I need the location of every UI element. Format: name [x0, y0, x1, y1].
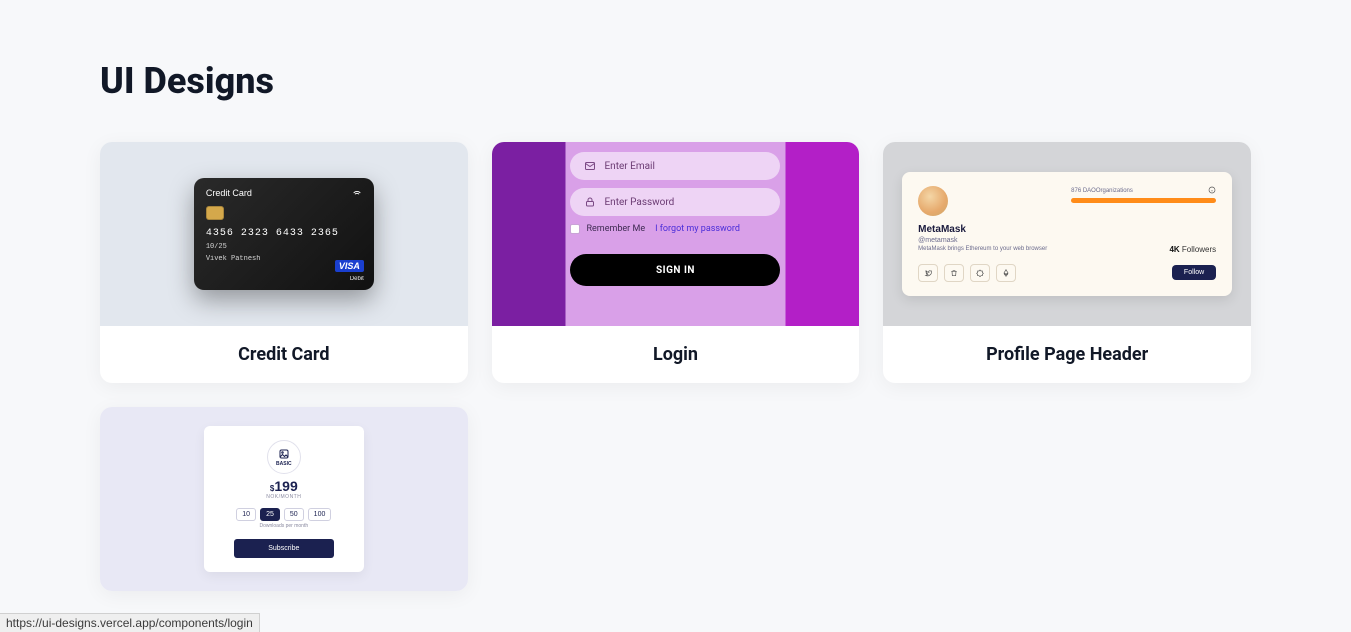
- profile-name: MetaMask: [918, 224, 1063, 235]
- remember-label: Remember Me: [586, 224, 645, 234]
- credit-card-mock: Credit Card 4356 2323 6433 2365 10/25 Vi…: [194, 178, 374, 290]
- plan-badge: BASIC: [267, 440, 301, 474]
- followers-label: Followers: [1182, 245, 1216, 254]
- card-credit-card[interactable]: Credit Card 4356 2323 6433 2365 10/25 Vi…: [100, 142, 468, 383]
- email-placeholder: Enter Email: [604, 161, 654, 172]
- follow-button-mock: Follow: [1172, 265, 1216, 280]
- card-expiry: 10/25: [206, 243, 362, 251]
- profile-handle: @metamask: [918, 237, 1063, 244]
- credit-card-label: Credit Card: [206, 188, 362, 198]
- remember-checkbox: [570, 224, 580, 234]
- password-placeholder: Enter Password: [604, 197, 674, 208]
- qty-option: 100: [308, 508, 332, 521]
- mail-icon: [584, 160, 596, 172]
- followers-count: 4K: [1169, 245, 1179, 254]
- eth-icon: [996, 264, 1016, 282]
- profile-stat-label: DAOOrganizations: [1083, 188, 1133, 194]
- profile-stat-value: 876: [1071, 188, 1081, 194]
- pricing-preview: BASIC $199 NOK/MONTH 10 25 50 100 Downlo…: [100, 407, 468, 591]
- card-title-profile: Profile Page Header: [883, 326, 1251, 383]
- card-title-credit: Credit Card: [100, 326, 468, 383]
- profile-description: MetaMask brings Ethereum to your web bro…: [918, 246, 1063, 254]
- card-title-login: Login: [492, 326, 860, 383]
- card-type: Debit: [335, 276, 364, 282]
- lock-icon: [584, 196, 596, 208]
- card-login[interactable]: Enter Email Enter Password Remember Me I…: [492, 142, 860, 383]
- badge-icon: [970, 264, 990, 282]
- price-value: 199: [274, 478, 297, 494]
- card-pricing[interactable]: BASIC $199 NOK/MONTH 10 25 50 100 Downlo…: [100, 407, 468, 591]
- price-period: NOK/MONTH: [214, 494, 354, 500]
- chip-icon: [206, 206, 224, 220]
- credit-card-preview: Credit Card 4356 2323 6433 2365 10/25 Vi…: [100, 142, 468, 326]
- profile-preview: MetaMask @metamask MetaMask brings Ether…: [883, 142, 1251, 326]
- profile-mock: MetaMask @metamask MetaMask brings Ether…: [902, 172, 1232, 296]
- contactless-icon: [352, 188, 362, 202]
- twitter-icon: [918, 264, 938, 282]
- login-options-row: Remember Me I forgot my password: [570, 224, 780, 234]
- qty-option: 50: [284, 508, 304, 521]
- signin-button-mock: SIGN IN: [570, 254, 780, 286]
- delete-icon: [944, 264, 964, 282]
- email-input-mock: Enter Email: [570, 152, 780, 180]
- subscribe-button-mock: Subscribe: [234, 539, 334, 558]
- avatar: [918, 186, 948, 216]
- info-icon: [1208, 186, 1216, 196]
- image-icon: [278, 448, 290, 460]
- qty-option: 10: [236, 508, 256, 521]
- password-input-mock: Enter Password: [570, 188, 780, 216]
- plan-name: BASIC: [276, 461, 292, 467]
- forgot-link: I forgot my password: [655, 224, 740, 234]
- page-title: UI Designs: [100, 60, 1251, 102]
- progress-bar: [1071, 198, 1216, 203]
- card-brand: VISA: [335, 260, 364, 272]
- quantity-options: 10 25 50 100: [214, 508, 354, 521]
- cards-grid: Credit Card 4356 2323 6433 2365 10/25 Vi…: [100, 142, 1251, 591]
- downloads-label: Downloads per month: [214, 523, 354, 529]
- card-number: 4356 2323 6433 2365: [206, 228, 362, 239]
- pricing-mock: BASIC $199 NOK/MONTH 10 25 50 100 Downlo…: [204, 426, 364, 572]
- status-bar-url: https://ui-designs.vercel.app/components…: [0, 613, 260, 632]
- login-preview: Enter Email Enter Password Remember Me I…: [492, 142, 860, 326]
- qty-option-selected: 25: [260, 508, 280, 521]
- card-profile[interactable]: MetaMask @metamask MetaMask brings Ether…: [883, 142, 1251, 383]
